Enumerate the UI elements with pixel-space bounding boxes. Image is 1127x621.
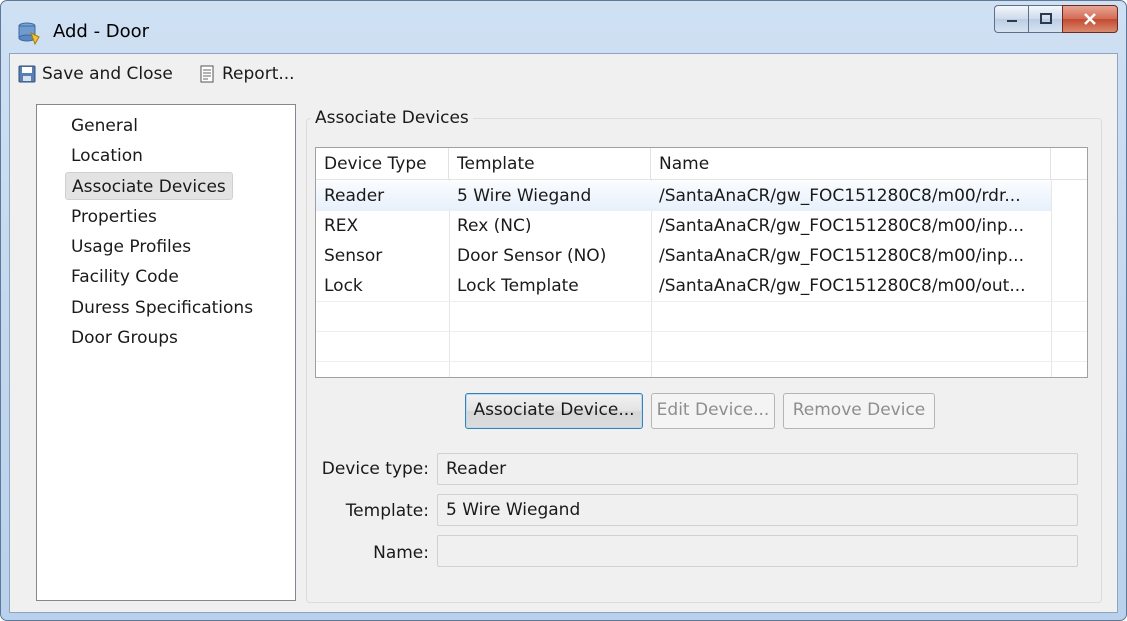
cell-template: Door Sensor (NO) bbox=[457, 246, 607, 266]
close-button[interactable] bbox=[1062, 5, 1118, 33]
table-row[interactable]: Sensor Door Sensor (NO) /SantaAnaCR/gw_F… bbox=[316, 241, 1051, 271]
name-field bbox=[437, 535, 1078, 567]
cell-name: /SantaAnaCR/gw_FOC151280C8/m00/rdr... bbox=[659, 186, 1021, 206]
database-door-icon bbox=[17, 21, 41, 46]
cell-name: /SantaAnaCR/gw_FOC151280C8/m00/out... bbox=[659, 276, 1026, 296]
nav-item-associate-devices[interactable]: Associate Devices bbox=[65, 172, 233, 200]
maximize-button[interactable] bbox=[1028, 5, 1062, 33]
edit-device-button[interactable]: Edit Device... bbox=[651, 393, 775, 429]
report-label: Report... bbox=[222, 64, 295, 84]
column-header-template[interactable]: Template bbox=[449, 148, 651, 180]
nav-item-duress-specifications[interactable]: Duress Specifications bbox=[65, 294, 259, 322]
save-and-close-button[interactable]: Save and Close bbox=[18, 64, 173, 84]
cell-device-type: Reader bbox=[324, 186, 385, 206]
device-type-label: Device type: bbox=[321, 459, 429, 479]
column-header-filler bbox=[1051, 148, 1087, 180]
cell-name: /SantaAnaCR/gw_FOC151280C8/m00/inp... bbox=[659, 246, 1024, 266]
report-icon bbox=[200, 65, 214, 83]
cell-template: Rex (NC) bbox=[457, 216, 532, 236]
grid-line bbox=[1051, 180, 1052, 377]
minimize-icon bbox=[1006, 20, 1017, 22]
nav-item-door-groups[interactable]: Door Groups bbox=[65, 324, 184, 352]
toolbar: Save and Close Report... bbox=[10, 54, 1117, 96]
column-header-name[interactable]: Name bbox=[651, 148, 1051, 180]
navigation-list: General Location Associate Devices Prope… bbox=[36, 104, 296, 601]
template-field: 5 Wire Wiegand bbox=[437, 494, 1078, 526]
nav-item-properties[interactable]: Properties bbox=[65, 203, 163, 231]
cell-device-type: REX bbox=[324, 216, 359, 236]
save-and-close-label: Save and Close bbox=[42, 64, 173, 84]
dialog-content: Save and Close Report... General Locatio… bbox=[9, 53, 1118, 613]
floppy-disk-icon bbox=[18, 65, 36, 83]
devices-table: Device Type Template Name Reader 5 Wire … bbox=[315, 147, 1088, 378]
name-label: Name: bbox=[373, 543, 429, 563]
caption-buttons bbox=[994, 5, 1118, 33]
grid-line bbox=[316, 361, 1087, 362]
cell-name: /SantaAnaCR/gw_FOC151280C8/m00/inp... bbox=[659, 216, 1024, 236]
minimize-button[interactable] bbox=[994, 5, 1028, 33]
template-label: Template: bbox=[345, 501, 429, 521]
table-row[interactable]: Reader 5 Wire Wiegand /SantaAnaCR/gw_FOC… bbox=[316, 181, 1051, 211]
cell-template: Lock Template bbox=[457, 276, 579, 296]
remove-device-button[interactable]: Remove Device bbox=[783, 393, 935, 429]
associate-device-button[interactable]: Associate Device... bbox=[465, 393, 643, 429]
section-title: Associate Devices bbox=[311, 108, 473, 128]
title-bar[interactable]: Add - Door bbox=[1, 1, 1126, 53]
column-header-device-type[interactable]: Device Type bbox=[316, 148, 449, 180]
table-row[interactable]: REX Rex (NC) /SantaAnaCR/gw_FOC151280C8/… bbox=[316, 211, 1051, 241]
close-icon bbox=[1084, 13, 1096, 25]
cell-device-type: Sensor bbox=[324, 246, 383, 266]
maximize-icon bbox=[1039, 13, 1052, 24]
window-title: Add - Door bbox=[53, 21, 150, 42]
nav-item-usage-profiles[interactable]: Usage Profiles bbox=[65, 233, 197, 261]
nav-item-location[interactable]: Location bbox=[65, 142, 149, 170]
grid-line bbox=[316, 331, 1087, 332]
report-button[interactable]: Report... bbox=[198, 64, 295, 84]
cell-template: 5 Wire Wiegand bbox=[457, 186, 592, 206]
nav-item-general[interactable]: General bbox=[65, 112, 144, 140]
grid-line bbox=[316, 301, 1087, 302]
dialog-window: Add - Door Save and Close Report... Gene… bbox=[0, 0, 1127, 621]
nav-item-facility-code[interactable]: Facility Code bbox=[65, 263, 185, 291]
table-row[interactable]: Lock Lock Template /SantaAnaCR/gw_FOC151… bbox=[316, 271, 1051, 301]
cell-device-type: Lock bbox=[324, 276, 363, 296]
device-type-field: Reader bbox=[437, 453, 1078, 485]
